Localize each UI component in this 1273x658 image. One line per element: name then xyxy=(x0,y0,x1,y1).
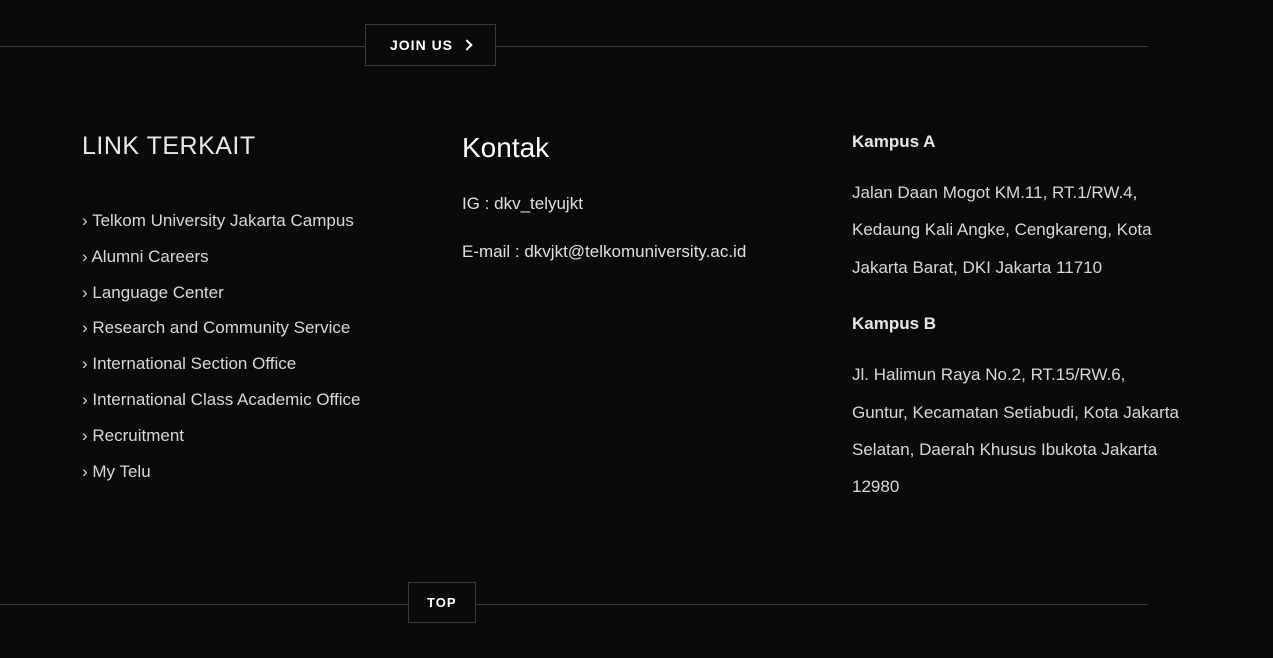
top-button-label: TOP xyxy=(427,595,457,610)
link-item[interactable]: My Telu xyxy=(82,460,402,484)
link-item[interactable]: Language Center xyxy=(82,281,402,305)
campus-a-heading: Kampus A xyxy=(852,132,1183,152)
contact-heading: Kontak xyxy=(462,132,792,164)
chevron-right-icon xyxy=(461,39,472,50)
footer-columns: LINK TERKAIT Telkom University Jakarta C… xyxy=(0,72,1273,534)
campus-b-heading: Kampus B xyxy=(852,314,1183,334)
campus-a-address: Jalan Daan Mogot KM.11, RT.1/RW.4, Kedau… xyxy=(852,174,1183,286)
contact-column: Kontak IG : dkv_telyujkt E-mail : dkvjkt… xyxy=(462,132,792,534)
link-item[interactable]: Research and Community Service xyxy=(82,316,402,340)
link-item[interactable]: Alumni Careers xyxy=(82,245,402,269)
contact-email: E-mail : dkvjkt@telkomuniversity.ac.id xyxy=(462,242,792,262)
back-to-top-button[interactable]: TOP xyxy=(408,582,476,623)
campus-b-address: Jl. Halimun Raya No.2, RT.15/RW.6, Guntu… xyxy=(852,356,1183,506)
links-column: LINK TERKAIT Telkom University Jakarta C… xyxy=(82,132,402,534)
divider-line xyxy=(0,46,1148,47)
bottom-divider-row: TOP xyxy=(0,580,1273,640)
join-us-label: JOIN US xyxy=(390,37,453,53)
link-item[interactable]: International Section Office xyxy=(82,352,402,376)
link-item[interactable]: Telkom University Jakarta Campus xyxy=(82,209,402,233)
link-item[interactable]: International Class Academic Office xyxy=(82,388,402,412)
join-us-button[interactable]: JOIN US xyxy=(365,24,496,66)
address-column: Kampus A Jalan Daan Mogot KM.11, RT.1/RW… xyxy=(852,132,1183,534)
link-item[interactable]: Recruitment xyxy=(82,424,402,448)
divider-line xyxy=(0,604,1148,605)
top-divider-row: JOIN US xyxy=(0,0,1273,72)
links-list: Telkom University Jakarta Campus Alumni … xyxy=(82,209,402,483)
contact-ig: IG : dkv_telyujkt xyxy=(462,194,792,214)
links-heading: LINK TERKAIT xyxy=(82,132,402,161)
